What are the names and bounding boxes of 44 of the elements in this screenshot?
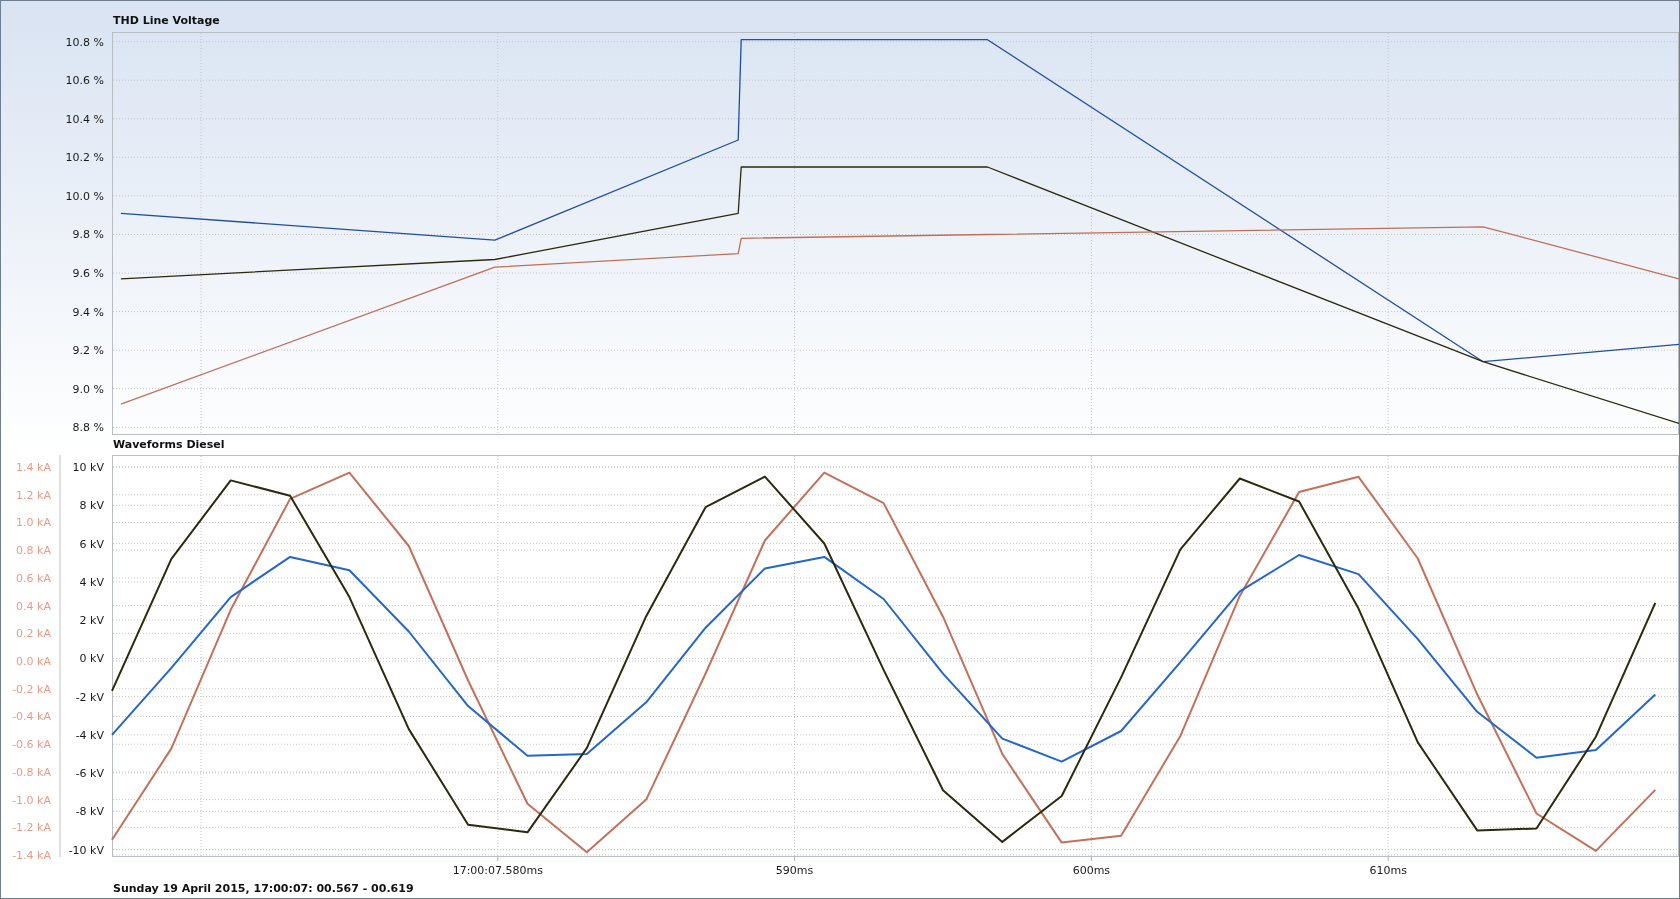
secondary-axis-label: -0.4 kA	[12, 710, 51, 724]
secondary-axis-label: -0.6 kA	[12, 738, 51, 752]
x-axis-label: 610ms	[1369, 864, 1407, 877]
y-axis-label: 4 kV	[79, 575, 104, 589]
y-axis-label: 10.0 %	[65, 189, 104, 203]
y-axis-label: -4 kV	[75, 728, 104, 742]
y-axis-label: 9.6 %	[72, 267, 104, 281]
secondary-axis-label: 0.2 kA	[16, 627, 51, 641]
y-axis-label: 9.4 %	[72, 305, 104, 319]
x-axis-label: 590ms	[775, 864, 814, 877]
secondary-axis-label: 0.6 kA	[16, 571, 51, 585]
secondary-axis-label: 1.2 kA	[16, 488, 51, 502]
secondary-axis-label: 1.0 kA	[16, 516, 51, 530]
chart-title: Waveforms Diesel	[113, 436, 225, 453]
y-axis-label: 10.4 %	[65, 112, 104, 126]
y-axis-label: 2 kV	[79, 614, 104, 628]
y-axis-label: 8 kV	[79, 499, 104, 513]
y-axis-label: 9.8 %	[72, 228, 104, 242]
chart-title: THD Line Voltage	[113, 12, 220, 29]
secondary-axis-label: -1.4 kA	[12, 849, 51, 863]
secondary-axis-label: -0.8 kA	[12, 765, 51, 779]
time-range-caption: Sunday 19 April 2015, 17:00:07: 00.567 - 00.619	[113, 880, 414, 897]
secondary-axis-label: -1.2 kA	[12, 821, 51, 835]
secondary-axis-label: 0.4 kA	[16, 599, 51, 613]
y-axis-label: 0 kV	[79, 652, 104, 666]
y-axis-label: -8 kV	[75, 805, 104, 819]
y-axis-label: 10.6 %	[65, 74, 104, 88]
x-axis-label: 17:00:07.580ms	[452, 864, 543, 877]
y-axis-label: -10 kV	[68, 843, 104, 857]
y-axis-label: 9.0 %	[72, 382, 104, 396]
y-axis-label: 8.8 %	[72, 421, 104, 435]
x-axis-label: 600ms	[1072, 864, 1111, 877]
secondary-axis-label: -0.2 kA	[12, 682, 51, 696]
secondary-axis-label: 0.0 kA	[16, 655, 51, 669]
y-axis-label: 6 kV	[79, 537, 104, 551]
y-axis-label: 10.2 %	[65, 151, 104, 165]
secondary-axis-label: 1.4 kA	[16, 461, 51, 475]
secondary-axis-label: -1.0 kA	[12, 793, 51, 807]
y-axis-label: 9.2 %	[72, 344, 104, 358]
y-axis-label: 10.8 %	[65, 35, 104, 49]
y-axis-label: -6 kV	[75, 767, 104, 781]
secondary-axis-label: 0.8 kA	[16, 544, 51, 558]
y-axis-label: -2 kV	[75, 690, 104, 704]
y-axis-label: 10 kV	[72, 461, 104, 475]
